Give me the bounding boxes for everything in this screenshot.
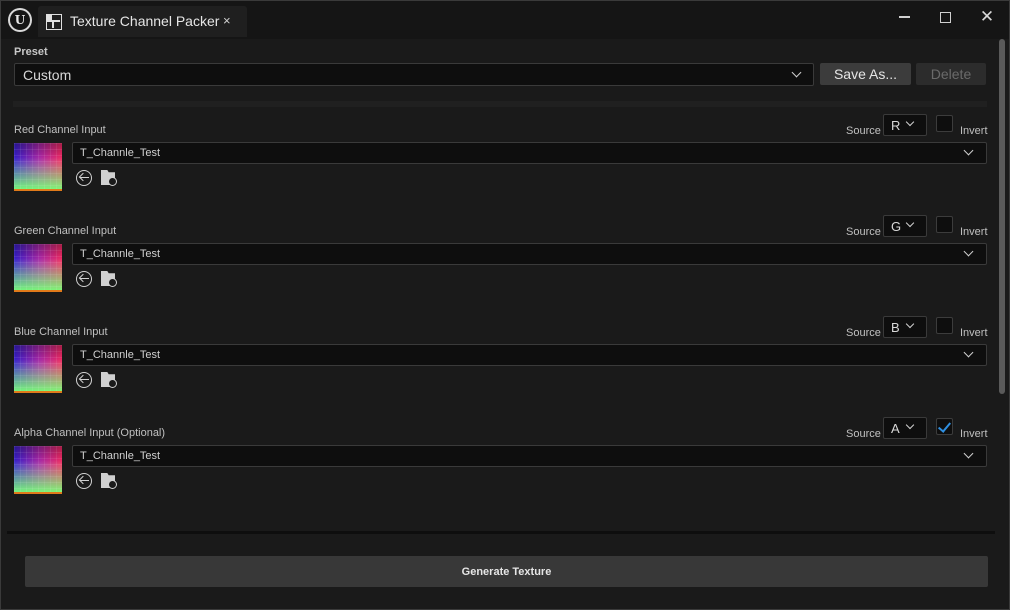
invert-label: Invert [960, 125, 988, 137]
close-window-button[interactable]: ✕ [972, 5, 1002, 29]
title-bar: U Texture Channel Packer × ✕ [1, 1, 1009, 39]
invert-label: Invert [960, 327, 988, 339]
chevron-down-icon [963, 246, 974, 257]
unreal-logo-icon[interactable]: U [8, 8, 32, 32]
invert-checkbox[interactable] [936, 216, 953, 233]
invert-label: Invert [960, 226, 988, 238]
chevron-down-icon [963, 145, 974, 156]
use-selected-asset-icon[interactable] [76, 170, 92, 186]
tab-close-icon[interactable]: × [223, 13, 231, 28]
maximize-button[interactable] [930, 5, 960, 29]
chevron-down-icon [905, 117, 915, 127]
texture-thumbnail[interactable] [14, 446, 62, 494]
alpha-channel-section: Alpha Channel Input (Optional) Source A … [1, 417, 995, 528]
texture-thumbnail[interactable] [14, 345, 62, 393]
chevron-down-icon [905, 218, 915, 228]
preset-dropdown[interactable]: Custom [14, 63, 814, 86]
asset-name: T_Channle_Test [80, 147, 161, 159]
magnifier-icon [108, 480, 117, 489]
channel-label: Blue Channel Input [14, 326, 108, 338]
vertical-scrollbar[interactable] [997, 39, 1007, 533]
minimize-icon [898, 16, 910, 18]
chevron-down-icon [791, 67, 802, 78]
save-as-button[interactable]: Save As... [820, 63, 911, 85]
chevron-down-icon [963, 448, 974, 459]
invert-checkbox[interactable] [936, 317, 953, 334]
source-label: Source [846, 327, 881, 339]
minimize-button[interactable] [889, 5, 919, 29]
blue-channel-section: Blue Channel Input Source B Invert T_Cha… [1, 316, 995, 427]
invert-checkbox[interactable] [936, 418, 953, 435]
magnifier-icon [108, 177, 117, 186]
chevron-down-icon [905, 420, 915, 430]
channel-label: Green Channel Input [14, 225, 117, 237]
asset-name: T_Channle_Test [80, 450, 161, 462]
preset-label: Preset [14, 46, 48, 58]
texture-channel-packer-window: U Texture Channel Packer × ✕ Preset Cust… [0, 0, 1010, 610]
source-label: Source [846, 125, 881, 137]
source-dropdown[interactable]: G [883, 215, 927, 237]
source-label: Source [846, 428, 881, 440]
source-value: A [891, 421, 900, 436]
source-dropdown[interactable]: R [883, 114, 927, 136]
channel-label: Alpha Channel Input (Optional) [14, 427, 166, 439]
texture-asset-picker[interactable]: T_Channle_Test [72, 344, 987, 366]
use-selected-asset-icon[interactable] [76, 372, 92, 388]
generate-texture-button[interactable]: Generate Texture [25, 556, 988, 587]
channel-label: Red Channel Input [14, 124, 106, 136]
use-selected-asset-icon[interactable] [76, 271, 92, 287]
source-label: Source [846, 226, 881, 238]
source-value: R [891, 118, 901, 133]
use-selected-asset-icon[interactable] [76, 473, 92, 489]
texture-asset-picker[interactable]: T_Channle_Test [72, 142, 987, 164]
asset-name: T_Channle_Test [80, 349, 161, 361]
source-value: G [891, 219, 902, 234]
section-divider [13, 101, 987, 107]
tab-title: Texture Channel Packer [70, 13, 220, 29]
source-dropdown[interactable]: A [883, 417, 927, 439]
delete-button[interactable]: Delete [916, 63, 986, 85]
texture-asset-picker[interactable]: T_Channle_Test [72, 445, 987, 467]
asset-name: T_Channle_Test [80, 248, 161, 260]
magnifier-icon [108, 379, 117, 388]
texture-asset-picker[interactable]: T_Channle_Test [72, 243, 987, 265]
chevron-down-icon [905, 319, 915, 329]
magnifier-icon [108, 278, 117, 287]
source-value: B [891, 320, 900, 335]
window-layout-icon [46, 14, 62, 30]
invert-checkbox[interactable] [936, 115, 953, 132]
texture-thumbnail[interactable] [14, 244, 62, 292]
tab-texture-channel-packer[interactable]: Texture Channel Packer × [38, 6, 247, 37]
source-dropdown[interactable]: B [883, 316, 927, 338]
texture-thumbnail[interactable] [14, 143, 62, 191]
preset-value: Custom [23, 67, 72, 83]
chevron-down-icon [963, 347, 974, 358]
scrollbar-thumb[interactable] [999, 39, 1005, 394]
green-channel-section: Green Channel Input Source G Invert T_Ch… [1, 215, 995, 326]
maximize-icon [939, 11, 951, 23]
invert-label: Invert [960, 428, 988, 440]
red-channel-section: Red Channel Input Source R Invert T_Chan… [1, 114, 995, 225]
